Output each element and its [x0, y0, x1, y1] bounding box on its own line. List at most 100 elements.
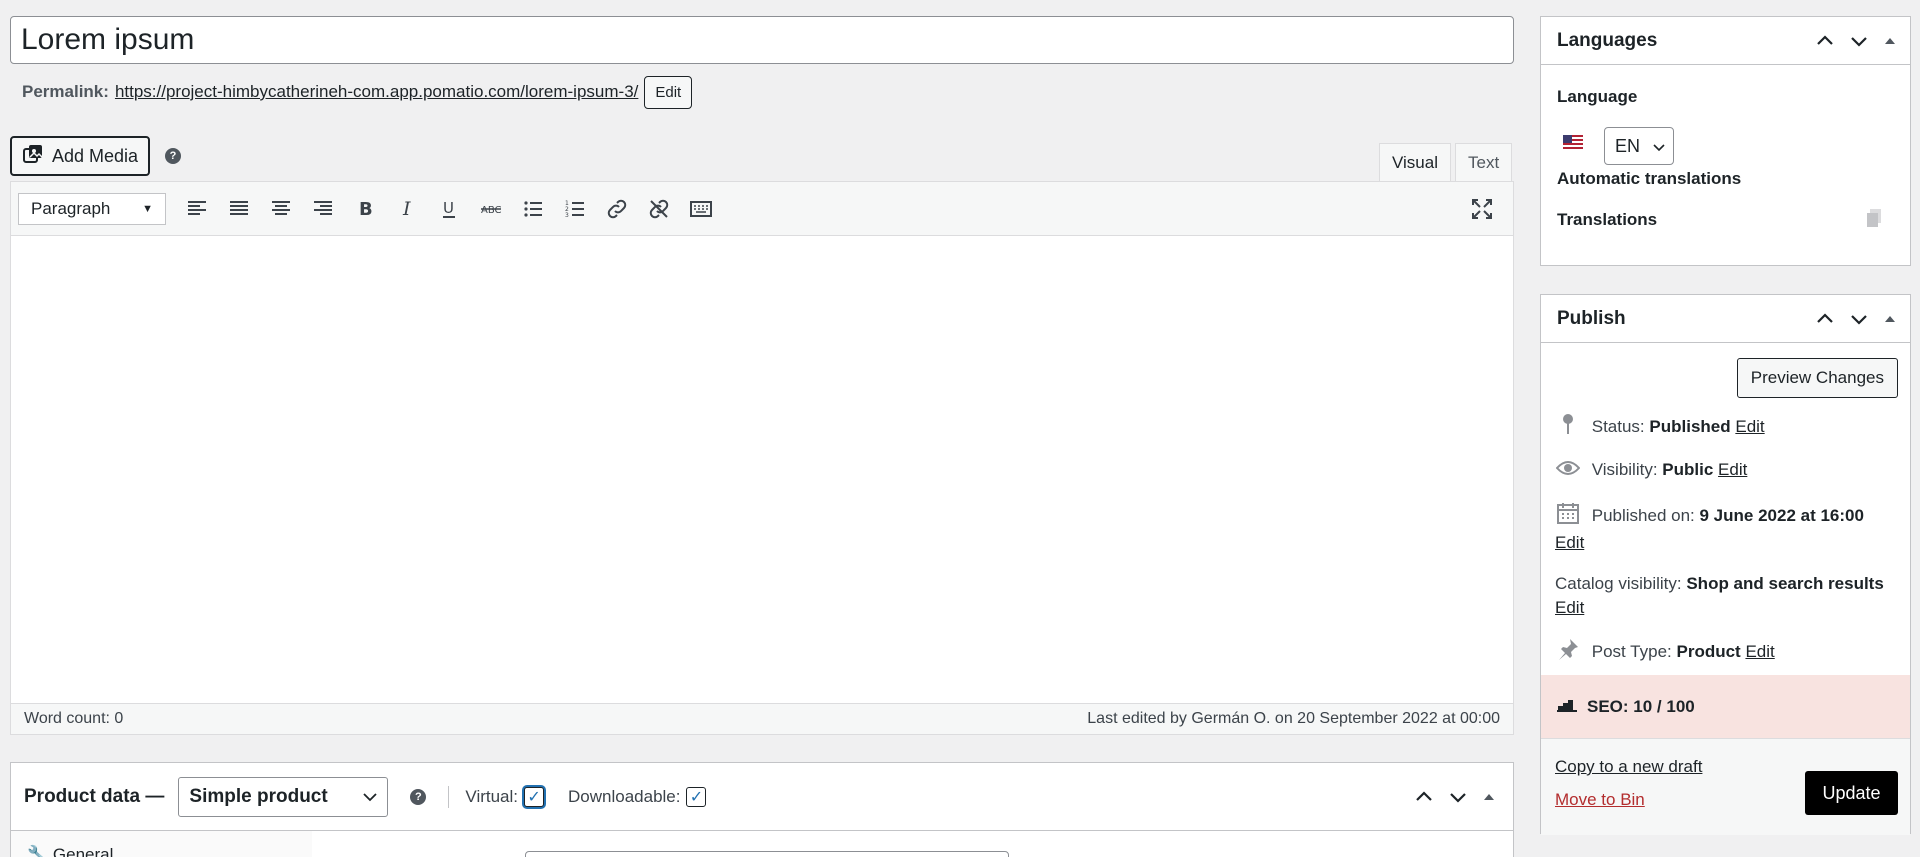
editor-status-bar: Word count: 0 Last edited by Germán O. o…	[11, 703, 1513, 734]
status-edit-link[interactable]: Edit	[1735, 417, 1764, 436]
add-media-label: Add Media	[52, 145, 139, 166]
chevron-down-icon[interactable]	[1844, 26, 1874, 56]
copy-icon[interactable]	[1866, 208, 1882, 233]
italic-icon[interactable]: I	[386, 188, 428, 230]
add-media-button[interactable]: Add Media	[10, 136, 151, 176]
align-right-icon[interactable]	[302, 188, 344, 230]
preview-changes-button[interactable]: Preview Changes	[1736, 358, 1898, 398]
permalink-link[interactable]: https://project-himbycatherineh-com.app.…	[115, 82, 638, 102]
virtual-checkbox[interactable]: ✓	[524, 786, 545, 807]
pushpin-icon	[1555, 638, 1581, 667]
keyboard-icon[interactable]	[680, 188, 722, 230]
last-edited: Last edited by Germán O. on 20 September…	[1087, 710, 1500, 727]
catalog-visibility-value: Shop and search results	[1686, 574, 1884, 593]
collapse-toggle-icon[interactable]	[1477, 794, 1501, 800]
tab-general[interactable]: General	[53, 845, 113, 857]
seo-score-bar: SEO: 10 / 100	[1541, 675, 1910, 738]
status-label: Status:	[1591, 416, 1645, 436]
format-select[interactable]: Paragraph ▼	[18, 192, 166, 225]
chevron-up-icon[interactable]	[1409, 782, 1439, 812]
languages-header[interactable]: Languages	[1541, 17, 1910, 65]
published-on-value: 9 June 2022 at 16:00	[1699, 505, 1864, 525]
published-on-label: Published on:	[1591, 505, 1695, 525]
update-button[interactable]: Update	[1805, 771, 1898, 815]
align-justify-icon[interactable]	[218, 188, 260, 230]
publish-panel: Publish Preview Changes Status: Publishe…	[1540, 294, 1911, 835]
chevron-up-icon[interactable]	[1810, 26, 1840, 56]
visibility-value: Public	[1662, 460, 1714, 479]
editor-content-area[interactable]	[11, 236, 1513, 703]
downloadable-label-text: Downloadable:	[568, 786, 681, 806]
editor-toolbar: Paragraph ▼ B I U ABC 123	[11, 182, 1513, 236]
downloadable-label: Downloadable: ✓	[568, 786, 707, 807]
virtual-label-text: Virtual:	[465, 786, 519, 806]
unlink-icon[interactable]	[638, 188, 680, 230]
languages-title: Languages	[1557, 29, 1658, 51]
catalog-visibility-edit-link[interactable]: Edit	[1555, 598, 1584, 617]
tab-visual[interactable]: Visual	[1379, 143, 1451, 183]
visibility-edit-link[interactable]: Edit	[1718, 460, 1747, 479]
word-count: Word count: 0	[24, 710, 124, 727]
language-select[interactable]: EN	[1604, 127, 1674, 165]
visibility-label: Visibility:	[1591, 460, 1658, 479]
publish-controls	[1810, 304, 1902, 334]
svg-text:B: B	[359, 199, 373, 220]
publish-actions: Copy to a new draft Move to Bin Update	[1541, 738, 1910, 835]
align-center-icon[interactable]	[260, 188, 302, 230]
status-value: Published	[1649, 416, 1731, 436]
translations-label: Translations	[1557, 210, 1658, 229]
eye-icon	[1555, 459, 1581, 483]
editor-tabs: Visual Text	[1379, 143, 1513, 183]
languages-controls	[1810, 26, 1902, 56]
tab-text[interactable]: Text	[1455, 143, 1513, 183]
product-data-tabs: 🔧 General	[11, 831, 312, 857]
chevron-down-icon[interactable]	[1443, 782, 1473, 812]
virtual-label: Virtual: ✓	[465, 786, 545, 807]
language-label: Language	[1557, 87, 1638, 106]
pin-icon	[1555, 413, 1581, 442]
collapse-toggle-icon[interactable]	[1878, 315, 1902, 322]
permalink-label: Permalink:	[22, 82, 109, 101]
product-type-value: Simple product	[189, 785, 328, 807]
bold-icon[interactable]: B	[344, 188, 386, 230]
post-type-label: Post Type:	[1591, 641, 1672, 661]
copy-to-draft-link[interactable]: Copy to a new draft	[1555, 757, 1702, 777]
permalink-row: Permalink: https://project-himbycatherin…	[22, 75, 693, 109]
product-type-select[interactable]: Simple product	[178, 776, 389, 817]
product-field[interactable]	[525, 851, 1009, 857]
product-data-box: Product data — Simple product ? Virtual:…	[10, 762, 1514, 857]
post-type-edit-link[interactable]: Edit	[1745, 642, 1774, 661]
permalink-edit-button[interactable]: Edit	[644, 75, 693, 109]
svg-text:U: U	[443, 199, 454, 217]
move-to-bin-link[interactable]: Move to Bin	[1555, 790, 1645, 810]
downloadable-checkbox[interactable]: ✓	[686, 786, 707, 807]
published-on-row: Published on: 9 June 2022 at 16:00 Edit	[1555, 502, 1898, 555]
chevron-up-icon[interactable]	[1810, 304, 1840, 334]
seo-score: SEO: 10 / 100	[1587, 696, 1695, 716]
chevron-down-icon	[1653, 136, 1665, 157]
dropdown-arrow-icon: ▼	[142, 202, 153, 215]
catalog-visibility-label: Catalog visibility:	[1555, 574, 1682, 593]
svg-text:ABC: ABC	[481, 205, 502, 216]
fullscreen-icon[interactable]	[1461, 188, 1503, 230]
automatic-translations-label: Automatic translations	[1557, 169, 1742, 188]
calendar-icon	[1555, 502, 1581, 531]
published-on-edit-link[interactable]: Edit	[1555, 533, 1584, 552]
publish-header[interactable]: Publish	[1541, 295, 1910, 343]
bullet-list-icon[interactable]	[512, 188, 554, 230]
divider	[448, 785, 450, 808]
product-data-controls	[1409, 782, 1501, 812]
post-title-input[interactable]	[10, 16, 1514, 64]
strikethrough-icon[interactable]: ABC	[470, 188, 512, 230]
collapse-toggle-icon[interactable]	[1878, 37, 1902, 44]
underline-icon[interactable]: U	[428, 188, 470, 230]
chevron-down-icon	[363, 786, 378, 808]
chevron-down-icon[interactable]	[1844, 304, 1874, 334]
align-left-icon[interactable]	[176, 188, 218, 230]
visibility-row: Visibility: Public Edit	[1555, 458, 1898, 483]
help-icon[interactable]: ?	[165, 148, 181, 164]
link-icon[interactable]	[596, 188, 638, 230]
help-icon[interactable]: ?	[410, 788, 427, 805]
product-data-header: Product data — Simple product ? Virtual:…	[11, 763, 1513, 831]
numbered-list-icon[interactable]: 123	[554, 188, 596, 230]
